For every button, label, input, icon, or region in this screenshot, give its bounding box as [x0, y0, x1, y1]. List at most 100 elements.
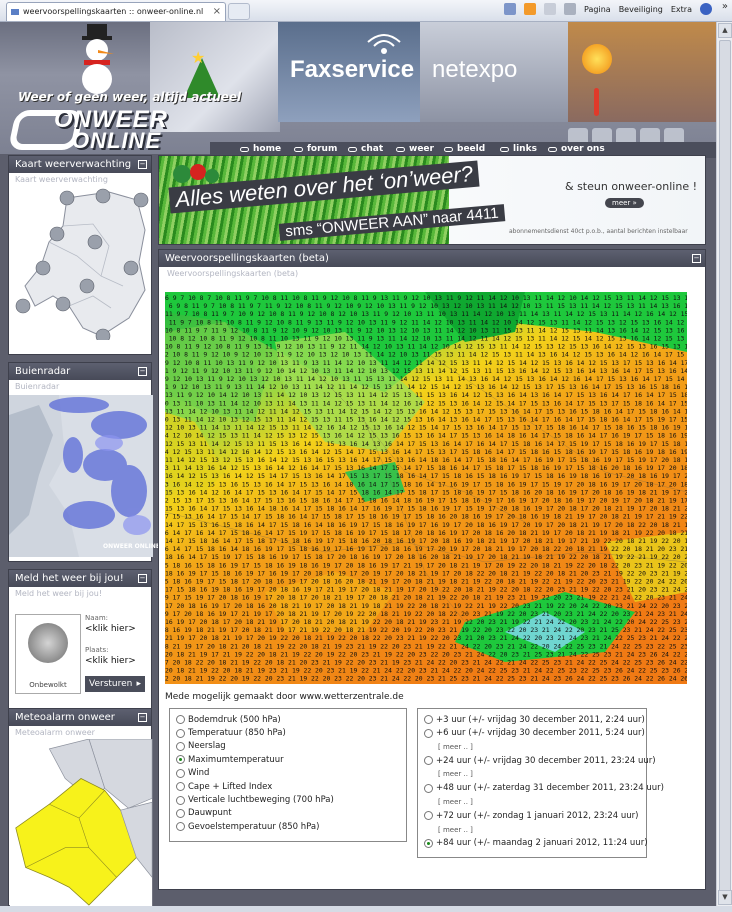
- nav-home[interactable]: home: [240, 144, 281, 154]
- radio-button[interactable]: [424, 838, 433, 848]
- radio-button[interactable]: [424, 811, 433, 821]
- vertical-scrollbar[interactable]: ▲ ▼: [716, 22, 732, 906]
- netherlands-forecast-map[interactable]: [13, 186, 149, 340]
- meer-link[interactable]: [ meer .. ]: [424, 795, 640, 809]
- mail-icon[interactable]: [544, 3, 557, 15]
- svg-text:17 15 18 16 19 18 16 19 17 20: 17 15 18 16 19 18 16 19 17 20 18 16 19 1…: [165, 586, 687, 594]
- buienradar-logo: ONWEER ONLINE: [103, 543, 160, 550]
- naam-input[interactable]: <klik hier>: [85, 624, 136, 634]
- scroll-up-icon[interactable]: ▲: [718, 23, 732, 38]
- sponsor-netexpo[interactable]: netexpo: [432, 56, 517, 84]
- radio-button[interactable]: [424, 715, 433, 725]
- radio-button[interactable]: [424, 783, 433, 793]
- forecast-time-option[interactable]: +24 uur (+/- vrijdag 30 december 2011, 2…: [424, 754, 656, 767]
- sponsor-faxservice[interactable]: Faxservice: [290, 56, 414, 84]
- collapse-icon[interactable]: −: [692, 254, 701, 263]
- forecast-time-label: +3 uur (+/- vrijdag 30 december 2011, 2:…: [436, 714, 645, 725]
- rain-radar-image[interactable]: [9, 395, 153, 557]
- meer-link[interactable]: [ meer .. ]: [424, 740, 640, 754]
- parameter-radio-group: Bodemdruk (500 hPa) Temperatuur (850 hPa)…: [169, 708, 407, 842]
- new-tab-button[interactable]: [228, 3, 250, 20]
- command-pagina[interactable]: Pagina: [584, 5, 611, 14]
- parameter-option[interactable]: Temperatuur (850 hPa): [176, 726, 400, 739]
- forecast-time-option[interactable]: +84 uur (+/- maandag 2 januari 2012, 11:…: [424, 837, 648, 850]
- parameter-option[interactable]: Gevoelstemperatuur (850 hPa): [176, 820, 400, 833]
- svg-text:13 11 14 12 10 13 11 14 12 11: 13 11 14 12 10 13 11 14 12 11 14 12 15 1…: [165, 407, 687, 415]
- parameter-option[interactable]: Neerslag: [176, 740, 400, 753]
- radio-button[interactable]: [176, 768, 185, 778]
- nav-bullet-icon: [396, 146, 405, 152]
- forecast-time-option[interactable]: +48 uur (+/- zaterdag 31 december 2011, …: [424, 782, 664, 795]
- scroll-thumb[interactable]: [719, 40, 731, 892]
- collapse-icon[interactable]: −: [138, 160, 147, 169]
- radio-button[interactable]: [176, 715, 185, 725]
- nav-bullet-icon: [500, 146, 509, 152]
- nav-links[interactable]: links: [500, 144, 537, 154]
- parameter-option[interactable]: Bodemdruk (500 hPa): [176, 713, 400, 726]
- nav-over-ons[interactable]: over ons: [548, 144, 605, 154]
- sun-icon: [582, 44, 612, 74]
- browser-tab[interactable]: weervoorspellingskaarten :: onweer-onlin…: [6, 2, 226, 21]
- christmas-ornaments-icon: [173, 164, 219, 183]
- close-tab-icon[interactable]: ×: [213, 3, 221, 21]
- parameter-option[interactable]: Wind: [176, 767, 400, 780]
- collapse-icon[interactable]: −: [138, 713, 147, 722]
- radio-button[interactable]: [176, 741, 185, 751]
- weather-status-picker[interactable]: Onbewolkt: [15, 614, 81, 694]
- sms-banner[interactable]: Alles weten over het ‘on’weer? sms “ONWE…: [158, 155, 706, 245]
- home-icon[interactable]: [504, 3, 517, 15]
- banner-more-button[interactable]: meer »: [605, 198, 644, 208]
- svg-text:9 12 10 13 11 9 12 10 13 12 10: 9 12 10 13 11 9 12 10 13 12 10 13 11 14 …: [165, 375, 687, 383]
- svg-text:18 16 14 17 15 19 17 15 18 16: 18 16 14 17 15 19 17 15 18 16 19 17 15 1…: [165, 553, 687, 561]
- meteoalarm-map[interactable]: [9, 739, 153, 906]
- versturen-button[interactable]: Versturen ▸: [85, 676, 145, 692]
- collapse-icon[interactable]: −: [138, 367, 147, 376]
- data-credit[interactable]: Mede mogelijk gemaakt door www.wetterzen…: [165, 692, 404, 702]
- parameter-option[interactable]: Dauwpunt: [176, 807, 400, 820]
- panel-title: Meld het weer bij jou!: [9, 570, 151, 587]
- forecast-map[interactable]: 6 9 7 10 8 7 10 8 11 9 7 10 8 11 10 8 11…: [165, 292, 687, 684]
- command-beveiliging[interactable]: Beveiliging: [619, 5, 663, 14]
- nav-beeld[interactable]: beeld: [444, 144, 485, 154]
- radio-button[interactable]: [424, 728, 433, 738]
- snowman-icon: [82, 24, 114, 94]
- radio-button[interactable]: [424, 756, 433, 766]
- svg-text:14 17 15 18 16 14 17 15 18 17: 14 17 15 18 16 14 17 15 18 17 15 18 16 1…: [165, 537, 687, 545]
- forecast-time-option[interactable]: +6 uur (+/- vrijdag 30 december 2011, 5:…: [424, 726, 645, 739]
- nav-weer[interactable]: weer: [396, 144, 434, 154]
- svg-text:10 13 11 10 13 11 14 12 10 13: 10 13 11 10 13 11 14 12 10 13 11 14 13 1…: [165, 399, 687, 407]
- forecast-time-option[interactable]: +72 uur (+/- zondag 1 januari 2012, 23:2…: [424, 809, 640, 822]
- radio-button[interactable]: [176, 728, 185, 738]
- svg-text:14 17 15 13 16 15 18 16 14 17: 14 17 15 13 16 15 18 16 14 17 15 18 16 1…: [165, 521, 687, 529]
- help-icon[interactable]: [700, 3, 712, 15]
- plaats-input[interactable]: <klik hier>: [85, 656, 136, 666]
- site-logo-online[interactable]: ONLINE: [72, 128, 161, 154]
- banner-small-print: abonnementsdienst 40ct p.o.b., aantal be…: [509, 228, 688, 235]
- meer-link[interactable]: [ meer .. ]: [424, 823, 640, 837]
- rss-feed-icon[interactable]: [524, 3, 537, 15]
- parameter-option[interactable]: Cape + Lifted Index: [176, 780, 400, 793]
- radio-button[interactable]: [176, 782, 185, 792]
- svg-text:16 19 17 20 18 17 20 18 21 19: 16 19 17 20 18 17 20 18 21 19 17 20 18 2…: [165, 618, 687, 626]
- radio-button[interactable]: [176, 822, 185, 832]
- nav-forum[interactable]: forum: [294, 144, 337, 154]
- radio-button[interactable]: [176, 795, 185, 805]
- parameter-option[interactable]: Verticale luchtbeweging (700 hPa): [176, 793, 400, 806]
- command-bar: Pagina Beveiliging Extra: [504, 3, 712, 15]
- parameter-option[interactable]: Maximumtemperatuur: [176, 753, 400, 766]
- parameter-label: Bodemdruk (500 hPa): [188, 714, 281, 725]
- forecast-time-option[interactable]: +3 uur (+/- vrijdag 30 december 2011, 2:…: [424, 713, 645, 726]
- panel-title: Weervoorspellingskaarten (beta): [159, 250, 705, 267]
- radio-button[interactable]: [176, 755, 185, 765]
- svg-text:18 16 19 18 21 19 17 20 18 21: 18 16 19 18 21 19 17 20 18 21 19 17 21 1…: [165, 626, 687, 634]
- nav-chat[interactable]: chat: [348, 144, 383, 154]
- meer-link[interactable]: [ meer .. ]: [424, 767, 640, 781]
- scroll-down-icon[interactable]: ▼: [718, 890, 732, 905]
- command-extra[interactable]: Extra: [671, 5, 692, 14]
- forecast-time-label: +84 uur (+/- maandag 2 januari 2012, 11:…: [436, 838, 648, 849]
- svg-text:18 21 19 17 20 18 21 20 18 21: 18 21 19 17 20 18 21 20 18 21 19 22 20 1…: [165, 642, 687, 650]
- toolbar-chevron-icon[interactable]: »: [722, 1, 728, 12]
- print-icon[interactable]: [564, 3, 577, 15]
- collapse-icon[interactable]: −: [138, 574, 147, 583]
- radio-button[interactable]: [176, 808, 185, 818]
